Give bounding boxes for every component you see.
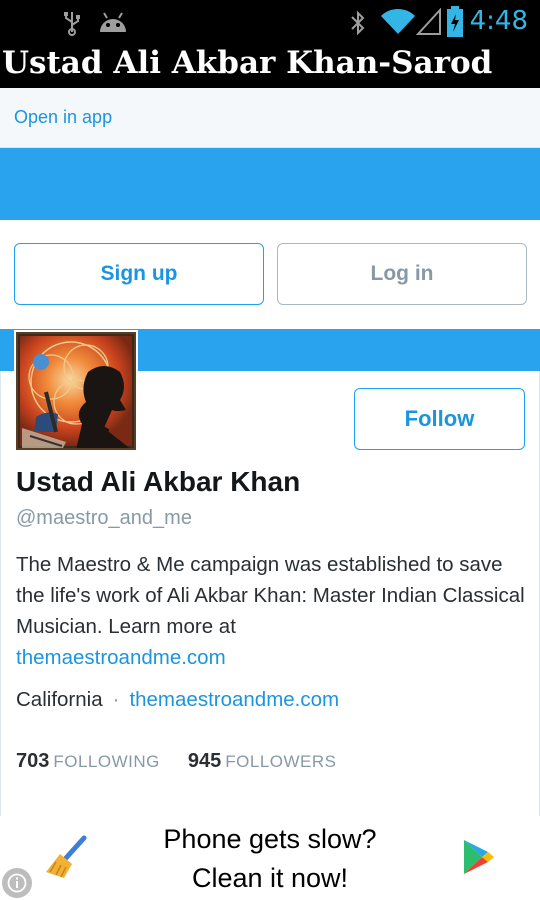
clock: 4:48 (469, 6, 528, 36)
following-count: 703 (16, 750, 50, 772)
app-title: Ustad Ali Akbar Khan-Sarod (2, 45, 493, 81)
ad-subline: Clean it now! (191, 863, 349, 893)
bluetooth-icon (350, 10, 366, 40)
profile-meta: California · themaestroandme.com (16, 688, 339, 712)
profile-bio: The Maestro & Me campaign was establishe… (16, 549, 531, 673)
profile-stats: 703 FOLLOWING 945 FOLLOWERS (16, 750, 337, 773)
profile-website-link[interactable]: themaestroandme.com (129, 688, 339, 711)
profile-name: Ustad Ali Akbar Khan (16, 466, 301, 497)
status-bar: 4:48 (0, 0, 540, 44)
battery-icon (446, 6, 464, 42)
avatar[interactable] (14, 330, 138, 452)
log-in-button[interactable]: Log in (277, 243, 527, 305)
ad-banner[interactable]: Phone gets slow? Clean it now! (0, 816, 540, 900)
usb-icon (62, 10, 82, 40)
wifi-icon (380, 8, 416, 40)
following-label: FOLLOWING (53, 752, 160, 771)
profile-handle[interactable]: @maestro_and_me (16, 507, 192, 530)
followers-stat[interactable]: 945 FOLLOWERS (188, 750, 337, 772)
play-store-icon (462, 838, 496, 880)
followers-label: FOLLOWERS (225, 752, 337, 771)
bio-text: The Maestro & Me campaign was establishe… (16, 553, 525, 638)
open-in-app-bar: Open in app (0, 88, 540, 148)
meta-separator: · (112, 688, 120, 711)
header-banner (0, 148, 540, 220)
open-in-app-link[interactable]: Open in app (14, 107, 112, 128)
following-stat[interactable]: 703 FOLLOWING (16, 750, 160, 772)
followers-count: 945 (187, 750, 222, 772)
ad-info-icon[interactable] (2, 868, 32, 898)
ad-headline: Phone gets slow? (163, 824, 377, 854)
profile-location: California (16, 688, 103, 711)
app-title-bar: Ustad Ali Akbar Khan-Sarod (0, 44, 540, 88)
follow-button[interactable]: Follow (354, 388, 525, 450)
android-icon (97, 10, 129, 38)
sign-up-button[interactable]: Sign up (14, 243, 264, 305)
signal-icon (415, 7, 442, 40)
bio-link[interactable]: themaestroandme.com (16, 642, 531, 673)
